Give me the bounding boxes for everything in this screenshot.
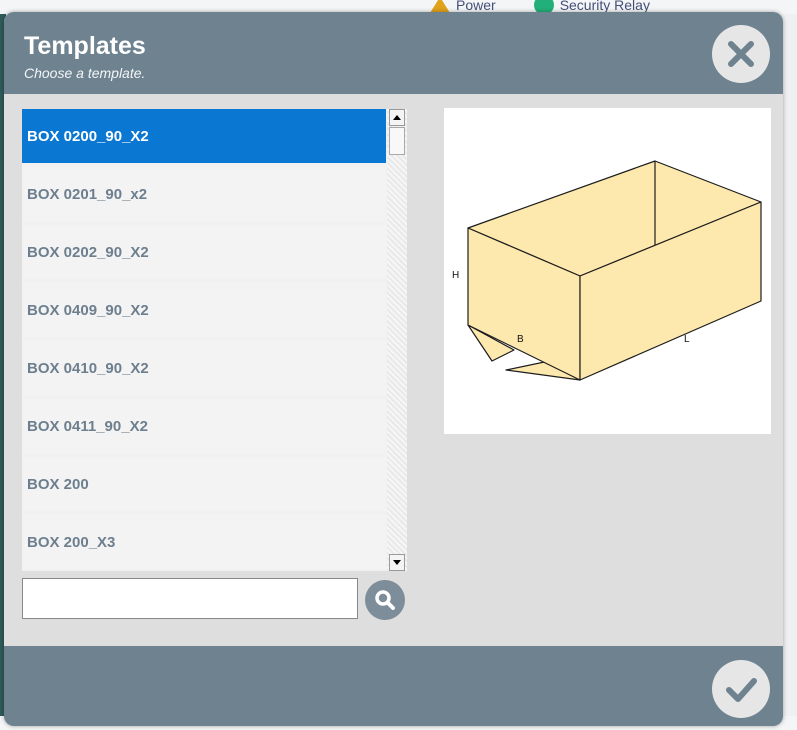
- breadth-label: B: [517, 334, 524, 345]
- checkmark-icon: [726, 678, 757, 702]
- length-label: L: [684, 334, 690, 345]
- search-button[interactable]: [365, 580, 405, 620]
- close-button[interactable]: [712, 25, 770, 83]
- search-input[interactable]: [22, 578, 358, 619]
- templates-dialog: Templates Choose a template. BOX 0200_90…: [4, 12, 783, 726]
- template-list-item[interactable]: BOX 0409_90_X2: [22, 283, 386, 337]
- template-list-item[interactable]: BOX 0410_90_X2: [22, 341, 386, 395]
- arrow-down-icon: [393, 560, 401, 565]
- dialog-title: Templates: [24, 32, 146, 60]
- height-label: H: [452, 270, 459, 281]
- search-icon: [375, 590, 395, 610]
- template-list-item[interactable]: BOX 0202_90_X2: [22, 225, 386, 279]
- scroll-thumb[interactable]: [389, 127, 405, 155]
- template-list-scrollbar[interactable]: [387, 109, 407, 571]
- template-preview: H B L: [444, 108, 771, 434]
- arrow-up-icon: [393, 115, 401, 120]
- box-drawing: [467, 160, 762, 381]
- template-list[interactable]: BOX 0200_90_X2 BOX 0201_90_x2 BOX 0202_90_…: [22, 109, 407, 571]
- close-icon: [728, 41, 754, 67]
- template-list-item[interactable]: BOX 0200_90_X2: [22, 109, 386, 163]
- box-preview-illustration: H B L: [452, 160, 762, 381]
- dialog-header: Templates Choose a template.: [4, 12, 783, 94]
- scroll-up-button[interactable]: [389, 109, 405, 126]
- dialog-footer: [4, 646, 783, 726]
- template-list-item[interactable]: BOX 0201_90_x2: [22, 167, 386, 221]
- template-list-items: BOX 0200_90_X2 BOX 0201_90_x2 BOX 0202_90_…: [22, 109, 386, 571]
- scroll-down-button[interactable]: [389, 554, 405, 571]
- template-list-item[interactable]: BOX 0411_90_X2: [22, 399, 386, 453]
- template-list-item[interactable]: BOX 200_X3: [22, 515, 386, 569]
- dialog-subtitle: Choose a template.: [24, 65, 146, 81]
- confirm-button[interactable]: [712, 660, 770, 718]
- template-list-item[interactable]: BOX 200: [22, 457, 386, 511]
